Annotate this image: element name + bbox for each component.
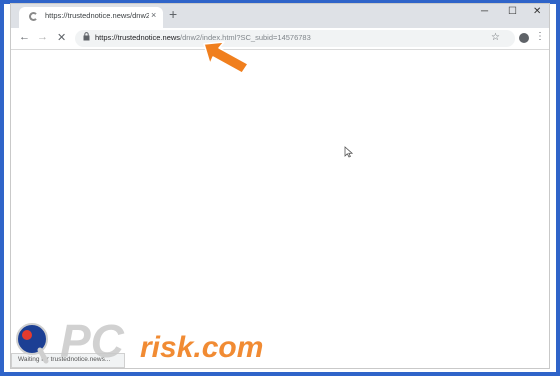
bookmark-star-icon[interactable]: ☆ — [491, 32, 500, 43]
minimize-button[interactable]: ─ — [481, 6, 488, 17]
menu-icon[interactable]: ⋮ — [535, 31, 545, 42]
watermark-pc-text: PC — [60, 315, 125, 367]
pcrisk-watermark: PC risk.com — [12, 315, 332, 371]
close-window-button[interactable]: ✕ — [533, 6, 541, 17]
watermark-risk-text: risk.com — [140, 331, 263, 364]
forward-button[interactable]: → — [37, 31, 48, 43]
browser-toolbar: ← → ✕ https://trustednotice.news/dnw2/in… — [11, 28, 549, 50]
account-avatar-icon[interactable] — [519, 33, 529, 43]
pcrisk-logo-icon: PC risk.com — [16, 315, 263, 367]
tab-title: https://trustednotice.news/dnw2/ — [45, 11, 149, 20]
lock-icon — [83, 32, 90, 41]
annotation-arrow-icon — [203, 41, 249, 74]
stop-loading-button[interactable]: ✕ — [57, 31, 66, 44]
maximize-button[interactable]: ☐ — [508, 6, 517, 17]
back-button[interactable]: ← — [19, 31, 30, 43]
tab-close-icon[interactable]: × — [151, 10, 156, 20]
tab-strip: https://trustednotice.news/dnw2/ × + ─ ☐… — [11, 4, 549, 28]
address-bar[interactable]: https://trustednotice.news/dnw2/index.ht… — [75, 30, 515, 47]
new-tab-button[interactable]: + — [169, 7, 177, 21]
loading-spinner-icon — [29, 12, 38, 21]
url-host: https://trustednotice.news — [95, 33, 181, 42]
browser-tab[interactable]: https://trustednotice.news/dnw2/ × — [19, 7, 163, 28]
mouse-cursor-icon — [344, 146, 353, 158]
